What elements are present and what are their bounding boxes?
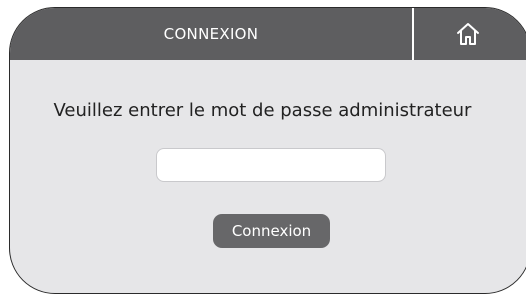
- home-button[interactable]: [414, 8, 522, 60]
- home-icon: [455, 22, 481, 46]
- password-input[interactable]: [156, 148, 386, 182]
- password-prompt: Veuillez entrer le mot de passe administ…: [53, 100, 472, 121]
- login-panel: CONNEXION Veuillez entrer le mot de pass…: [9, 7, 526, 294]
- header-bar: CONNEXION: [10, 8, 526, 60]
- login-button[interactable]: Connexion: [213, 214, 330, 248]
- page-title: CONNEXION: [163, 25, 259, 43]
